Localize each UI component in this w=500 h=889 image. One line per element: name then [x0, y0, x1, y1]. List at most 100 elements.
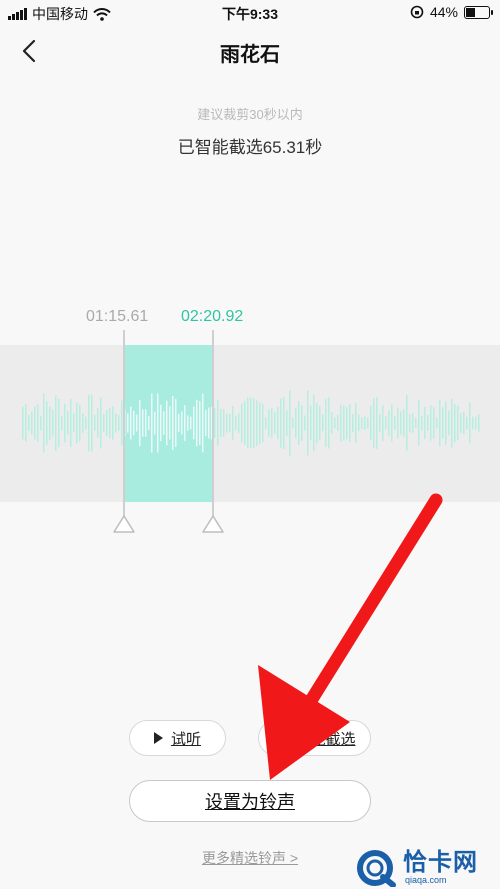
smart-select-toggle[interactable]: 智能截选 [258, 720, 371, 756]
waveform-bar [28, 415, 30, 431]
waveform-bar [31, 411, 33, 435]
toggle-indicator [273, 731, 288, 745]
waveform-bar [46, 401, 48, 445]
waveform-bar [244, 400, 246, 446]
waveform-bar [478, 414, 480, 432]
waveform-bar [61, 415, 63, 431]
waveform-bar [280, 398, 282, 448]
waveform-bar [49, 406, 51, 440]
waveform-bar [238, 413, 240, 433]
status-bar: 中国移动 下午9:33 44% [0, 0, 500, 26]
rotation-lock-icon [410, 5, 424, 19]
waveform-bar [265, 417, 267, 429]
waveform-bar [433, 407, 435, 439]
waveform-bar [430, 405, 432, 441]
waveform-bar [64, 403, 66, 443]
waveform-bar [304, 415, 306, 431]
waveform-bar [403, 409, 405, 437]
waveform-bar [22, 406, 24, 440]
waveform-bar [58, 398, 60, 448]
waveform-bar [295, 407, 297, 439]
waveform-bar [322, 414, 324, 432]
waveform-bar [448, 410, 450, 436]
status-right: 44% [410, 4, 493, 20]
waveform-bar [82, 413, 84, 433]
waveform-bar [451, 398, 453, 448]
waveform-bar [409, 414, 411, 432]
waveform-bar [361, 417, 363, 429]
waveform-bar [154, 411, 156, 435]
waveform-bar [139, 399, 141, 447]
waveform-bar [472, 416, 474, 430]
trim-hint: 建议裁剪30秒以内 [197, 107, 303, 122]
battery-percent: 44% [429, 4, 458, 20]
waveform-bar [442, 407, 444, 439]
waveform-bar [181, 411, 183, 435]
watermark: 恰卡网 qiaqa.com [355, 846, 500, 889]
waveform-bar [439, 399, 441, 447]
set-ringtone-button[interactable]: 设置为铃声 [129, 780, 371, 822]
waveform-bar [283, 396, 285, 450]
start-handle-line[interactable] [123, 330, 125, 518]
waveform-bar [250, 397, 252, 449]
waveform-bar [355, 402, 357, 444]
waveform-bar [382, 405, 384, 441]
waveform-bar [367, 417, 369, 429]
waveform-bar [118, 415, 120, 431]
waveform-bar [52, 409, 54, 437]
waveform-bar [400, 411, 402, 435]
waveform-bar [259, 402, 261, 444]
waveform-bar [157, 393, 159, 453]
waveform-bar [256, 400, 258, 446]
battery-icon [464, 5, 493, 19]
waveform-bar [394, 416, 396, 430]
waveform-bar [373, 398, 375, 448]
waveform-bar [298, 401, 300, 445]
preview-label: 试听 [170, 730, 201, 748]
waveform-bar [112, 406, 114, 440]
waveform-bar [436, 417, 438, 429]
start-time: 01:15.61 [86, 308, 149, 325]
waveform-bar [166, 400, 168, 446]
waveform-bar [277, 406, 279, 440]
waveform-bar [349, 404, 351, 442]
waveform-bar [133, 410, 135, 436]
waveform-bar [163, 411, 165, 435]
waveform-bar [109, 407, 111, 439]
waveform-bar [307, 390, 309, 456]
preview-button[interactable]: 试听 [129, 720, 226, 756]
waveform-bar [445, 401, 447, 445]
waveform-bar [205, 409, 207, 437]
waveform-bar [301, 405, 303, 441]
waveform-bar [397, 407, 399, 439]
end-handle-line[interactable] [212, 330, 214, 518]
end-handle[interactable] [201, 514, 225, 534]
waveform-bar [136, 414, 138, 432]
waveform [22, 390, 480, 456]
waveform-bar [127, 413, 129, 433]
waveform-bar [76, 402, 78, 444]
watermark-logo-icon [357, 849, 396, 887]
waveform-bar [241, 403, 243, 443]
waveform-bar [475, 416, 477, 430]
waveform-bar [199, 401, 201, 445]
waveform-bar [193, 406, 195, 440]
waveform-bar [310, 405, 312, 441]
waveform-bar [463, 412, 465, 434]
waveform-bar [343, 405, 345, 441]
end-time: 02:20.92 [181, 308, 244, 325]
waveform-bar [226, 413, 228, 433]
start-handle[interactable] [112, 514, 136, 534]
waveform-bar [424, 406, 426, 440]
waveform-bar [364, 416, 366, 430]
waveform-bar [412, 413, 414, 433]
waveform-bar [196, 399, 198, 447]
waveform-bar [340, 404, 342, 442]
waveform-bar [262, 403, 264, 443]
waveform-bar [376, 397, 378, 449]
waveform-bar [247, 397, 249, 449]
waveform-bar [427, 415, 429, 431]
waveform-bar [34, 406, 36, 440]
waveform-bar [190, 416, 192, 430]
waveform-bar [172, 396, 174, 450]
